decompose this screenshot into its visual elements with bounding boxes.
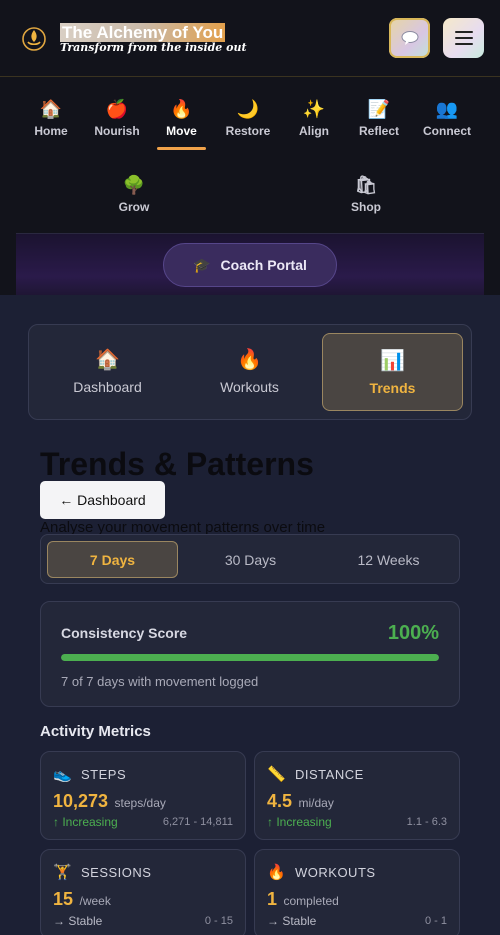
bar-chart-icon: 📊 [380,350,405,372]
metric-value: 1 [267,889,278,909]
coach-portal-band: 🎓 Coach Portal [16,233,484,295]
period-selector: 7 Days 30 Days 12 Weeks [40,534,460,584]
weight-lifter-icon: 🏋 [53,864,73,881]
nav-item-label: Reflect [358,124,399,138]
metric-card-distance: 📏 DISTANCE 4.5 mi/day ↑ Increasing 1.1 - … [254,751,460,840]
metric-card-workouts: 🔥 WORKOUTS 1 completed → Stable 0 - 1 [254,849,460,935]
people-icon: 👥 [435,99,459,119]
period-30-days[interactable]: 30 Days [185,541,316,578]
flame-icon: 🔥 [267,864,287,881]
nav-item-label: Align [299,124,329,138]
apple-icon: 🍎 [105,99,129,119]
period-12-weeks[interactable]: 12 Weeks [323,541,454,578]
hamburger-icon [454,31,473,45]
coach-portal-button[interactable]: 🎓 Coach Portal [163,243,337,287]
metric-trend: ↑ Increasing [53,815,118,829]
metric-unit: mi/day [298,796,334,810]
app-header: The Alchemy of You Transform from the in… [0,0,500,77]
nav-item-move[interactable]: 🔥 Move [157,98,206,138]
tab-workouts[interactable]: 🔥 Workouts [179,333,320,411]
nav-item-label: Home [34,124,68,138]
tab-label: Trends [369,380,416,396]
metric-unit: steps/day [114,796,166,810]
app-tagline: Transform from the inside out [60,41,247,54]
tab-trends[interactable]: 📊 Trends [322,333,463,411]
metric-name: STEPS [81,766,127,782]
tab-label: Workouts [220,379,279,395]
house-icon: 🏠 [95,349,120,371]
moon-icon: 🌙 [236,99,260,119]
nav-item-label: Connect [423,124,471,138]
nav-item-home[interactable]: 🏠 Home [30,98,72,138]
metric-value: 4.5 [267,791,293,811]
period-7-days[interactable]: 7 Days [47,541,178,578]
consistency-value: 100% [387,622,439,644]
menu-button[interactable] [443,18,484,58]
nav-item-shop[interactable]: 🛍 Shop [346,174,386,214]
nav-item-connect[interactable]: 👥 Connect [420,98,474,138]
consistency-progress-bar [61,654,439,661]
tab-dashboard[interactable]: 🏠 Dashboard [37,333,178,411]
flame-icon: 🔥 [237,349,262,371]
nav-item-reflect[interactable]: 📝 Reflect [354,98,404,138]
nav-item-label: Grow [118,200,150,214]
lotus-flame-icon[interactable] [21,24,47,52]
sneaker-icon: 👟 [53,766,73,783]
nav-item-grow[interactable]: 🌳 Grow [112,174,156,214]
metric-name: WORKOUTS [295,864,376,880]
nav-item-label: Move [166,124,197,138]
consistency-label: Consistency Score [61,625,188,641]
speech-bubble-icon [401,31,418,45]
consistency-note: 7 of 7 days with movement logged [61,674,259,689]
nav-item-label: Restore [225,124,271,138]
app-title[interactable]: The Alchemy of You [60,23,226,42]
metric-card-steps: 👟 STEPS 10,273 steps/day ↑ Increasing 6,2… [40,751,246,840]
metric-trend: → Stable [53,914,103,928]
nav-item-label: Shop [351,200,381,214]
tree-icon: 🌳 [122,175,146,195]
house-icon: 🏠 [39,99,63,119]
nav-item-restore[interactable]: 🌙 Restore [222,98,274,138]
metric-value: 10,273 [53,791,109,811]
active-tab-indicator [157,147,206,150]
metric-range: 0 - 15 [204,915,233,927]
back-to-dashboard-button[interactable]: ← Dashboard [40,481,165,519]
metric-range: 6,271 - 14,811 [162,816,233,828]
metric-value: 15 [53,889,74,909]
tab-label: Dashboard [73,379,142,395]
graduation-cap-icon: 🎓 [193,256,211,273]
metric-unit: completed [283,894,339,908]
metric-range: 1.1 - 6.3 [406,816,447,828]
sparkles-icon: ✨ [302,99,326,119]
main-nav: 🏠 Home 🍎 Nourish 🔥 Move 🌙 Restore ✨ Alig… [0,77,500,295]
nav-item-nourish[interactable]: 🍎 Nourish [92,98,142,138]
activity-metrics-heading: Activity Metrics [40,723,151,740]
ruler-icon: 📏 [267,766,287,783]
coach-portal-label: Coach Portal [220,257,307,273]
metric-range: 0 - 1 [424,915,447,927]
metric-unit: /week [79,894,111,908]
metric-name: SESSIONS [81,864,152,880]
shopping-bags-icon: 🛍 [354,175,378,195]
metric-trend: → Stable [267,914,317,928]
nav-item-label: Nourish [94,124,140,138]
consistency-card: Consistency Score 100% 7 of 7 days with … [40,601,460,707]
consistency-progress-fill [61,654,439,661]
chat-button[interactable] [389,18,430,58]
flame-icon: 🔥 [170,99,193,119]
nav-item-align[interactable]: ✨ Align [293,98,335,138]
metric-name: DISTANCE [295,766,364,782]
move-subtabs: 🏠 Dashboard 🔥 Workouts 📊 Trends [28,324,472,420]
metric-card-sessions: 🏋 SESSIONS 15 /week → Stable 0 - 15 [40,849,246,935]
memo-icon: 📝 [367,99,391,119]
metric-trend: ↑ Increasing [267,815,332,829]
page-title: Trends & Patterns [40,446,314,482]
